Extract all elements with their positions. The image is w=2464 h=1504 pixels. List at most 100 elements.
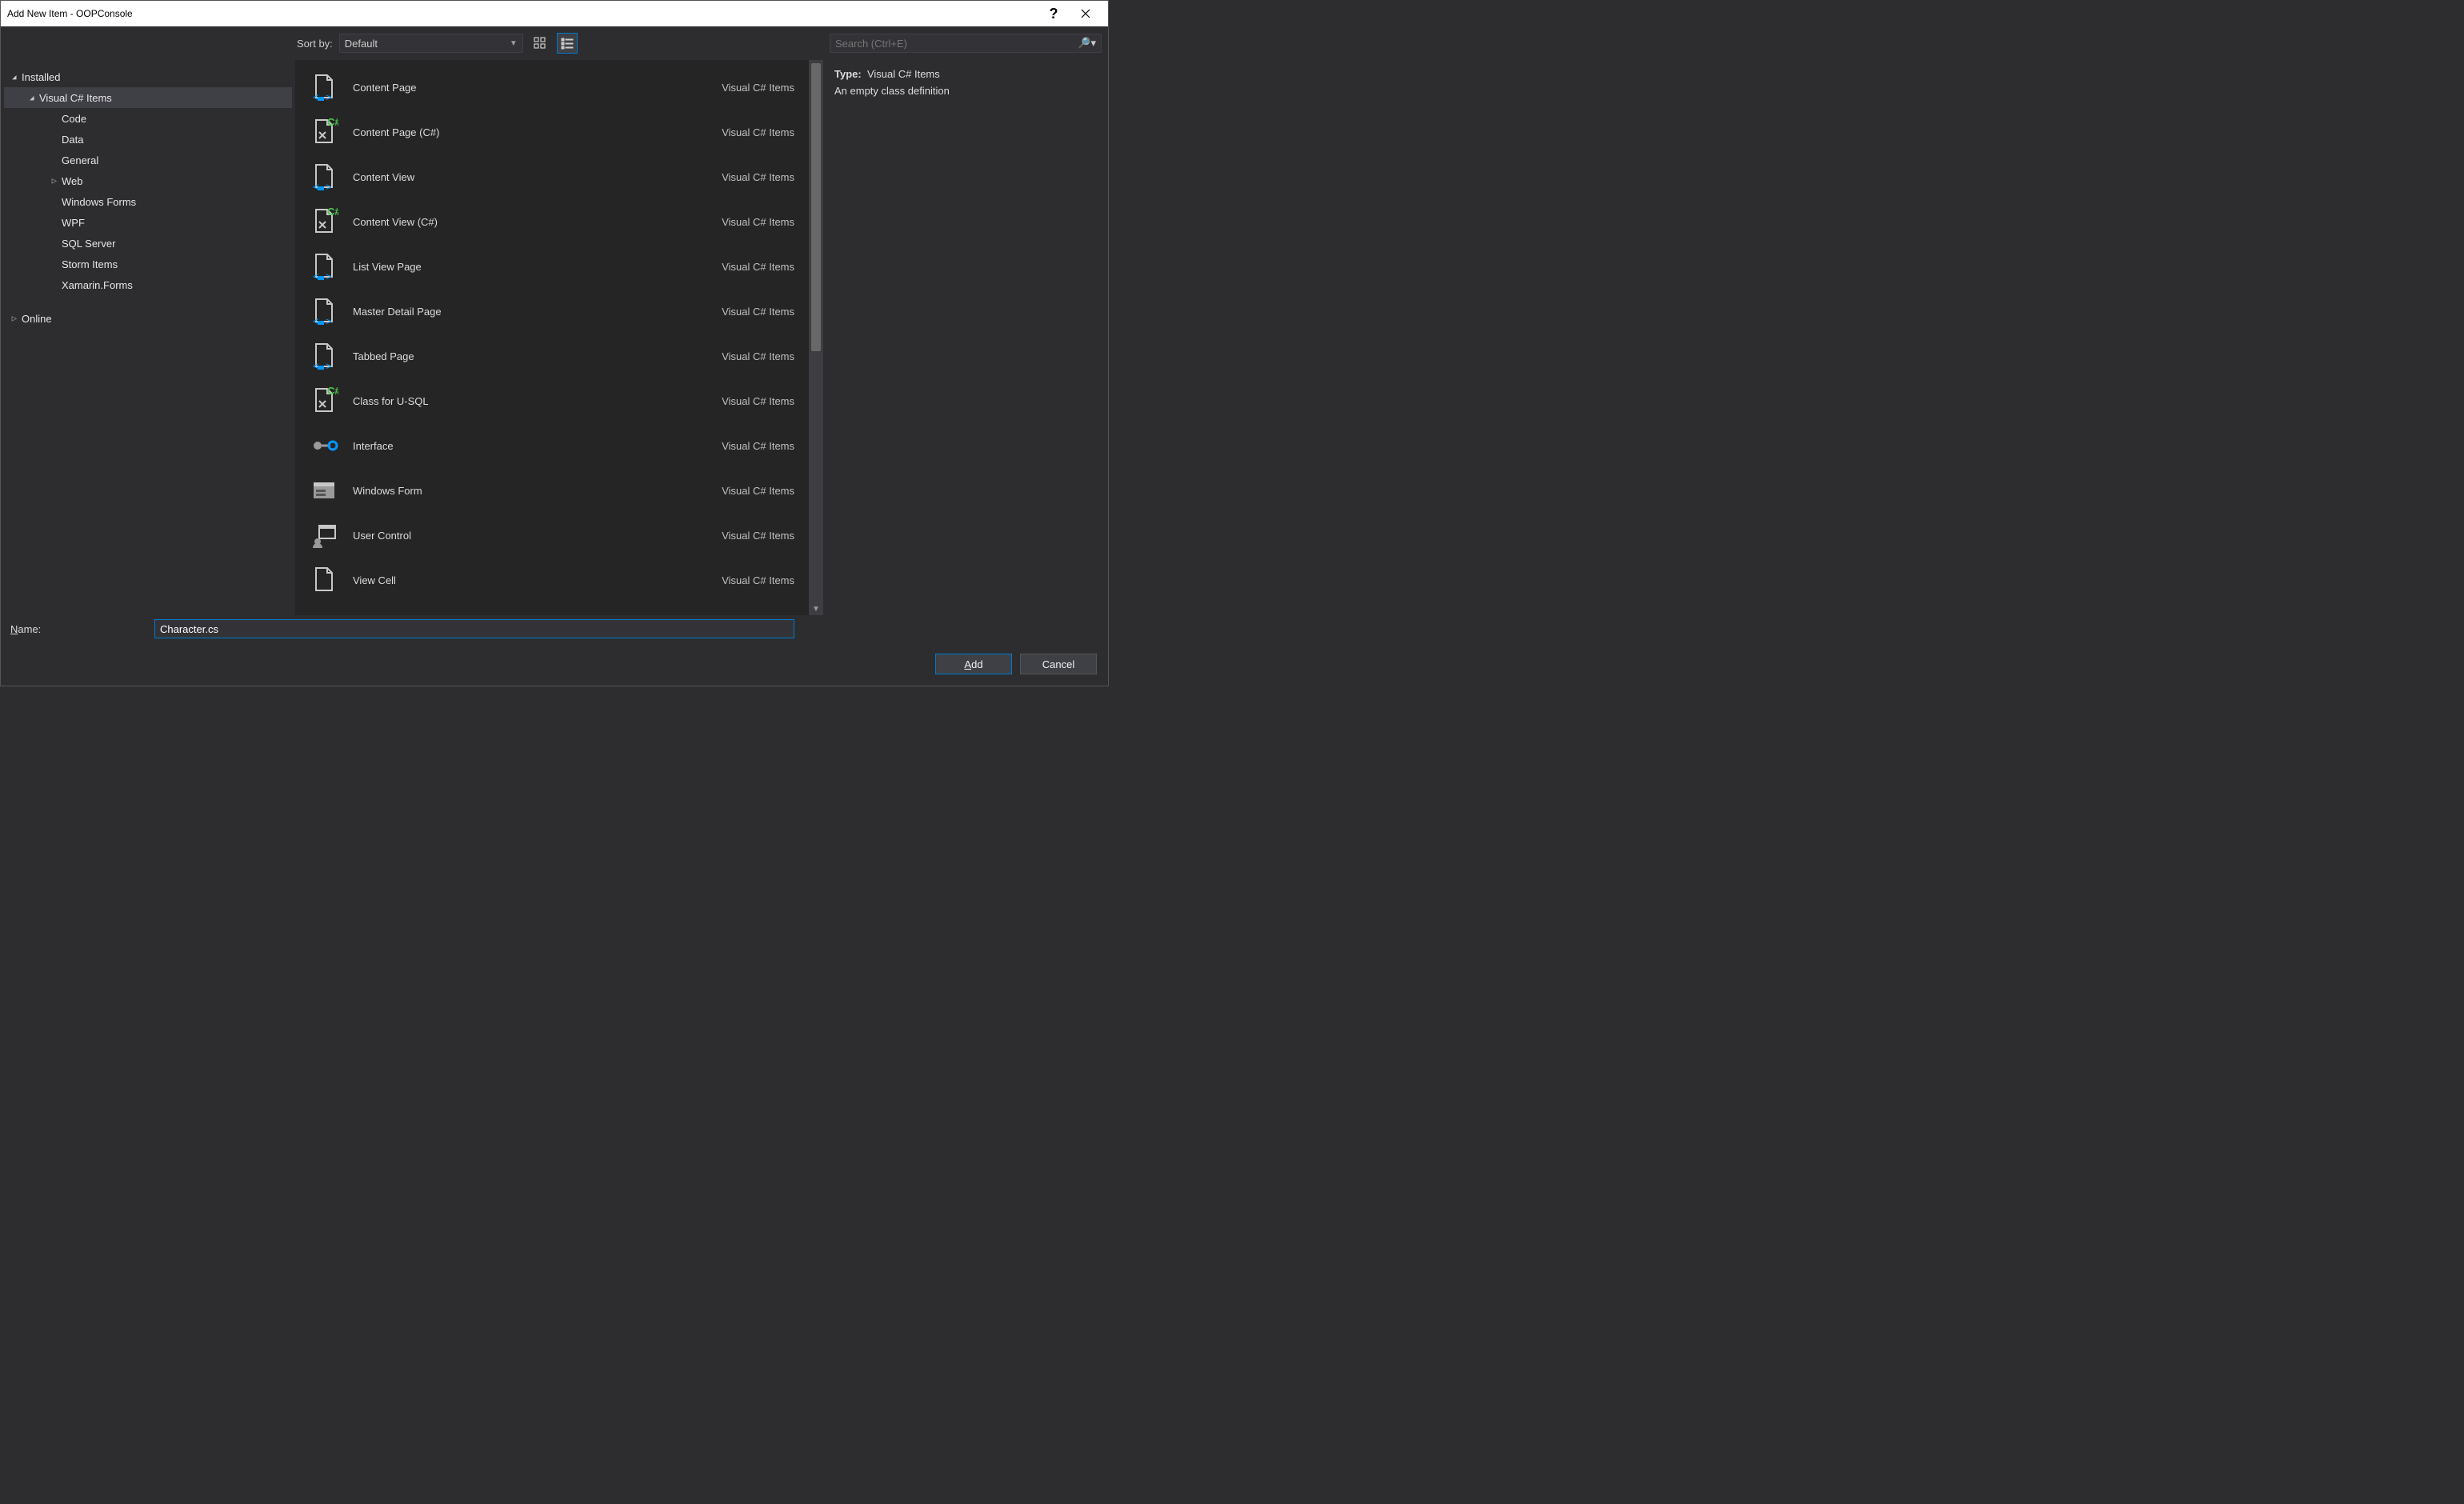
- grid-icon: [534, 37, 546, 50]
- tree-node[interactable]: Windows Forms: [4, 191, 292, 212]
- template-item[interactable]: InterfaceVisual C# Items: [295, 423, 809, 468]
- toolbar: Sort by: Default ▼ 🔎▾: [1, 26, 1108, 60]
- template-item[interactable]: <> Content ViewVisual C# Items: [295, 154, 809, 199]
- tree-node[interactable]: Storm Items: [4, 254, 292, 274]
- tree-node-label: Storm Items: [62, 258, 118, 270]
- svg-text:>: >: [326, 360, 332, 370]
- template-item-category: Visual C# Items: [722, 574, 794, 586]
- template-item[interactable]: C# Class for U-SQLVisual C# Items: [295, 378, 809, 423]
- template-item-category: Visual C# Items: [722, 261, 794, 273]
- template-item[interactable]: View CellVisual C# Items: [295, 558, 809, 602]
- template-item-category: Visual C# Items: [722, 306, 794, 318]
- template-item-name: View Cell: [353, 574, 722, 586]
- close-button[interactable]: [1070, 1, 1102, 26]
- tree-arrow-icon: [9, 73, 20, 82]
- file-cs-icon: C#: [310, 118, 338, 146]
- preview-type-label: Type:: [834, 68, 862, 80]
- interface-icon: [310, 431, 338, 460]
- template-item-name: Content Page: [353, 82, 722, 94]
- template-item-category: Visual C# Items: [722, 440, 794, 452]
- tree-node[interactable]: General: [4, 150, 292, 170]
- file-xaml-icon: <>: [310, 162, 338, 191]
- tree-node[interactable]: Data: [4, 129, 292, 150]
- template-list[interactable]: <>Content PageVisual C# ItemsC#Content P…: [295, 60, 809, 615]
- footer: Add Cancel: [1, 642, 1108, 686]
- tree-node[interactable]: Code: [4, 108, 292, 129]
- description-panel: Type: Visual C# Items An empty class def…: [823, 60, 1108, 615]
- template-item[interactable]: <> Tabbed PageVisual C# Items: [295, 334, 809, 378]
- cancel-button[interactable]: Cancel: [1020, 654, 1097, 674]
- tree-node-label: Windows Forms: [62, 196, 136, 208]
- view-small-icons-button[interactable]: [557, 33, 578, 54]
- template-item-category: Visual C# Items: [722, 350, 794, 362]
- search-box[interactable]: 🔎▾: [830, 34, 1102, 53]
- tree-node[interactable]: Online: [4, 308, 292, 329]
- tree-node-label: SQL Server: [62, 238, 115, 250]
- template-item[interactable]: <>Master Detail PageVisual C# Items: [295, 289, 809, 334]
- tree-arrow-icon: [49, 177, 60, 186]
- tree-node[interactable]: Xamarin.Forms: [4, 274, 292, 295]
- svg-text:C#: C#: [327, 386, 338, 397]
- tree-node-label: Online: [22, 313, 52, 325]
- scrollbar-thumb[interactable]: [811, 63, 821, 351]
- search-icon[interactable]: 🔎▾: [1078, 37, 1096, 50]
- file-xaml-icon: <>: [310, 342, 338, 370]
- tree-node[interactable]: WPF: [4, 212, 292, 233]
- tree-node[interactable]: Installed: [4, 66, 292, 87]
- tree-node-label: General: [62, 154, 98, 166]
- main-area: Installed Visual C# Items Code Data General W…: [1, 60, 1108, 615]
- add-button[interactable]: Add: [935, 654, 1012, 674]
- name-input[interactable]: [154, 619, 794, 638]
- file-plain-icon: [310, 566, 338, 594]
- sort-value: Default: [345, 38, 378, 50]
- template-item-category: Visual C# Items: [722, 171, 794, 183]
- list-icon: [561, 37, 574, 50]
- file-cs-icon: C#: [310, 386, 338, 415]
- file-cs-icon: C#: [310, 207, 338, 236]
- tree-node[interactable]: SQL Server: [4, 233, 292, 254]
- template-item[interactable]: User ControlVisual C# Items: [295, 513, 809, 558]
- help-button[interactable]: ?: [1038, 1, 1070, 26]
- scrollbar[interactable]: ▼: [809, 60, 823, 615]
- template-item-name: Content View (C#): [353, 216, 722, 228]
- usercontrol-icon: [310, 521, 338, 550]
- template-item[interactable]: C# Content Page (C#)Visual C# Items: [295, 110, 809, 154]
- template-item-name: Tabbed Page: [353, 350, 722, 362]
- template-item-category: Visual C# Items: [722, 485, 794, 497]
- svg-text:>: >: [326, 270, 332, 281]
- tree-node[interactable]: Web: [4, 170, 292, 191]
- svg-text:>: >: [326, 315, 332, 326]
- template-item-name: Class for U-SQL: [353, 395, 722, 407]
- sort-label: Sort by:: [297, 38, 333, 50]
- scrollbar-down-icon[interactable]: ▼: [809, 605, 823, 614]
- dialog-title: Add New Item - OOPConsole: [7, 8, 1038, 19]
- form-icon: [310, 476, 338, 505]
- template-item[interactable]: <>List View PageVisual C# Items: [295, 244, 809, 289]
- close-icon: [1081, 9, 1090, 18]
- template-item[interactable]: <>Content PageVisual C# Items: [295, 65, 809, 110]
- tree-node[interactable]: Visual C# Items: [4, 87, 292, 108]
- sort-dropdown[interactable]: Default ▼: [339, 34, 523, 53]
- tree-arrow-icon: [26, 94, 38, 102]
- template-item-name: Content Page (C#): [353, 126, 722, 138]
- template-item-name: Content View: [353, 171, 722, 183]
- template-item-name: User Control: [353, 530, 722, 542]
- template-item-category: Visual C# Items: [722, 395, 794, 407]
- tree-node-label: Web: [62, 175, 83, 187]
- view-medium-icons-button[interactable]: [530, 33, 550, 54]
- category-tree[interactable]: Installed Visual C# Items Code Data General W…: [1, 60, 295, 615]
- template-item-category: Visual C# Items: [722, 82, 794, 94]
- name-bar: Name:: [1, 615, 1108, 642]
- tree-node-label: Code: [62, 113, 86, 125]
- tree-node-label: Visual C# Items: [39, 92, 112, 104]
- template-item-name: Windows Form: [353, 485, 722, 497]
- template-item[interactable]: Windows FormVisual C# Items: [295, 468, 809, 513]
- search-input[interactable]: [835, 38, 1074, 50]
- template-item[interactable]: C#Content View (C#)Visual C# Items: [295, 199, 809, 244]
- svg-text:>: >: [326, 91, 332, 102]
- preview-type-value: Visual C# Items: [867, 68, 940, 80]
- template-item-name: List View Page: [353, 261, 722, 273]
- template-item-category: Visual C# Items: [722, 126, 794, 138]
- template-item-name: Master Detail Page: [353, 306, 722, 318]
- tree-node-label: Data: [62, 134, 83, 146]
